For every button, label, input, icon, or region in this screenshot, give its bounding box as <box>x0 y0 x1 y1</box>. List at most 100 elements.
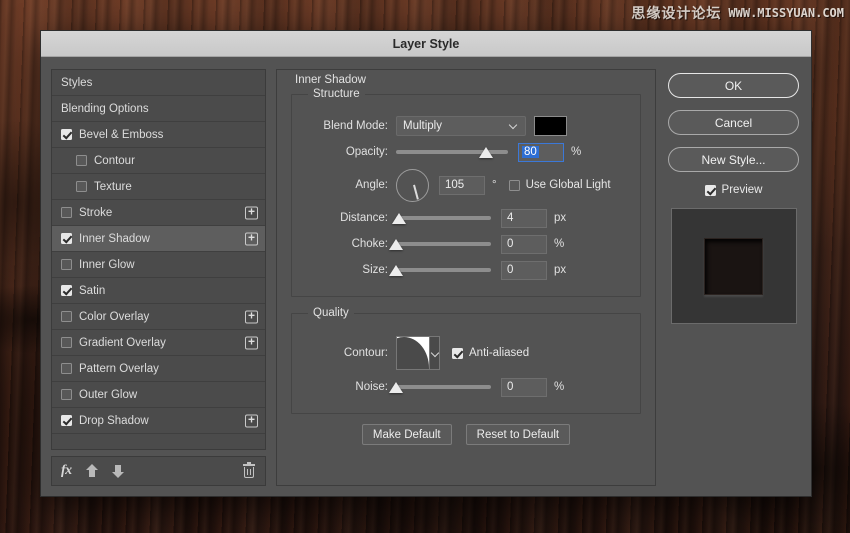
blend-mode-value: Multiply <box>403 120 442 132</box>
style-row-pattern-overlay[interactable]: Pattern Overlay <box>52 356 265 382</box>
contour-preset-picker[interactable] <box>396 336 440 370</box>
actions-column: OK Cancel New Style... Preview <box>666 69 801 486</box>
choke-input[interactable]: 0 <box>501 235 547 254</box>
arrow-up-icon[interactable] <box>86 464 98 478</box>
angle-row: Angle: 105 ° Use Global Light <box>304 166 628 204</box>
reset-to-default-button[interactable]: Reset to Default <box>466 424 570 445</box>
noise-slider[interactable] <box>396 379 491 395</box>
add-effect-plus-icon[interactable]: + <box>245 206 258 219</box>
checkbox-icon[interactable] <box>61 129 72 140</box>
style-row-drop-shadow[interactable]: Drop Shadow+ <box>52 408 265 434</box>
style-row-texture[interactable]: Texture <box>52 174 265 200</box>
distance-input[interactable]: 4 <box>501 209 547 228</box>
size-value: 0 <box>507 264 513 276</box>
opacity-unit: % <box>571 146 581 158</box>
checkbox-icon[interactable] <box>76 155 87 166</box>
noise-value: 0 <box>507 381 513 393</box>
distance-label: Distance: <box>304 212 396 224</box>
checkbox-icon[interactable] <box>61 285 72 296</box>
watermark-url-text: WWW.MISSYUAN.COM <box>728 6 844 20</box>
trash-icon[interactable] <box>243 464 255 478</box>
choke-slider-knob[interactable] <box>389 239 403 250</box>
checkbox-icon[interactable] <box>61 233 72 244</box>
noise-label: Noise: <box>304 381 396 393</box>
style-row-label: Pattern Overlay <box>79 363 159 375</box>
style-row-bevel-emboss[interactable]: Bevel & Emboss <box>52 122 265 148</box>
style-row-blending-options[interactable]: Blending Options <box>52 96 265 122</box>
opacity-slider[interactable] <box>396 144 508 160</box>
checkbox-icon[interactable] <box>61 415 72 426</box>
cancel-button[interactable]: Cancel <box>668 110 799 135</box>
distance-row: Distance: 4 px <box>304 206 628 230</box>
arrow-down-icon[interactable] <box>112 464 124 478</box>
style-row-label: Color Overlay <box>79 311 149 323</box>
checkbox-icon[interactable] <box>61 207 72 218</box>
add-effect-plus-icon[interactable]: + <box>245 232 258 245</box>
style-row-styles[interactable]: Styles <box>52 70 265 96</box>
size-slider[interactable] <box>396 262 491 278</box>
style-row-inner-glow[interactable]: Inner Glow <box>52 252 265 278</box>
size-label: Size: <box>304 264 396 276</box>
shadow-color-swatch[interactable] <box>534 116 567 136</box>
angle-input[interactable]: 105 <box>439 176 485 195</box>
chevron-down-icon[interactable] <box>429 337 439 369</box>
angle-dial[interactable] <box>396 169 429 202</box>
style-row-label: Blending Options <box>61 103 149 115</box>
style-row-label: Inner Glow <box>79 259 135 271</box>
style-row-label: Outer Glow <box>79 389 137 401</box>
distance-unit: px <box>554 212 566 224</box>
blend-mode-row: Blend Mode: Multiply <box>304 114 628 138</box>
new-style-button[interactable]: New Style... <box>668 147 799 172</box>
style-row-color-overlay[interactable]: Color Overlay + <box>52 304 265 330</box>
opacity-slider-knob[interactable] <box>479 147 493 158</box>
style-row-label: Bevel & Emboss <box>79 129 163 141</box>
contour-curve-preview <box>397 337 429 369</box>
panel-title: Inner Shadow <box>291 74 370 86</box>
distance-slider[interactable] <box>396 210 491 226</box>
noise-row: Noise: 0 % <box>304 375 628 399</box>
use-global-light-label: Use Global Light <box>526 179 611 191</box>
angle-unit: ° <box>492 179 497 191</box>
style-row-contour[interactable]: Contour <box>52 148 265 174</box>
styles-list[interactable]: Styles Blending Options Bevel & Emboss Cont… <box>51 69 266 450</box>
dialog-titlebar[interactable]: Layer Style <box>41 31 811 57</box>
checkbox-icon[interactable] <box>76 181 87 192</box>
choke-slider-track <box>396 242 491 246</box>
quality-group: Quality Contour: Anti-aliased Noise: <box>291 307 641 414</box>
choke-slider[interactable] <box>396 236 491 252</box>
noise-slider-track <box>396 385 491 389</box>
use-global-light-checkbox[interactable]: Use Global Light <box>509 179 611 191</box>
preview-checkbox[interactable]: Preview <box>705 184 763 196</box>
noise-slider-knob[interactable] <box>389 382 403 393</box>
blend-mode-select[interactable]: Multiply <box>396 116 526 136</box>
distance-slider-knob[interactable] <box>392 213 406 224</box>
choke-row: Choke: 0 % <box>304 232 628 256</box>
noise-input[interactable]: 0 <box>501 378 547 397</box>
checkbox-icon[interactable] <box>61 389 72 400</box>
style-row-gradient-overlay[interactable]: Gradient Overlay+ <box>52 330 265 356</box>
size-slider-knob[interactable] <box>389 265 403 276</box>
make-default-button[interactable]: Make Default <box>362 424 452 445</box>
checkbox-icon[interactable] <box>61 337 72 348</box>
anti-aliased-label: Anti-aliased <box>469 347 529 359</box>
opacity-input[interactable]: 80 <box>518 143 564 162</box>
anti-aliased-checkbox[interactable]: Anti-aliased <box>452 347 529 359</box>
size-input[interactable]: 0 <box>501 261 547 280</box>
ok-button[interactable]: OK <box>668 73 799 98</box>
style-row-inner-shadow[interactable]: Inner Shadow+ <box>52 226 265 252</box>
chevron-down-icon <box>510 122 518 130</box>
contour-label: Contour: <box>304 347 396 359</box>
opacity-value: 80 <box>522 146 539 158</box>
checkbox-icon[interactable] <box>61 363 72 374</box>
style-row-stroke[interactable]: Stroke+ <box>52 200 265 226</box>
blend-mode-label: Blend Mode: <box>304 120 396 132</box>
add-effect-plus-icon[interactable]: + <box>245 336 258 349</box>
fx-icon[interactable]: fx <box>61 463 72 479</box>
add-effect-plus-icon[interactable]: + <box>245 414 258 427</box>
style-row-satin[interactable]: Satin <box>52 278 265 304</box>
checkbox-icon[interactable] <box>61 259 72 270</box>
style-row-outer-glow[interactable]: Outer Glow <box>52 382 265 408</box>
add-effect-plus-icon[interactable]: + <box>245 310 258 323</box>
checkbox-icon[interactable] <box>61 311 72 322</box>
opacity-row: Opacity: 80 % <box>304 140 628 164</box>
